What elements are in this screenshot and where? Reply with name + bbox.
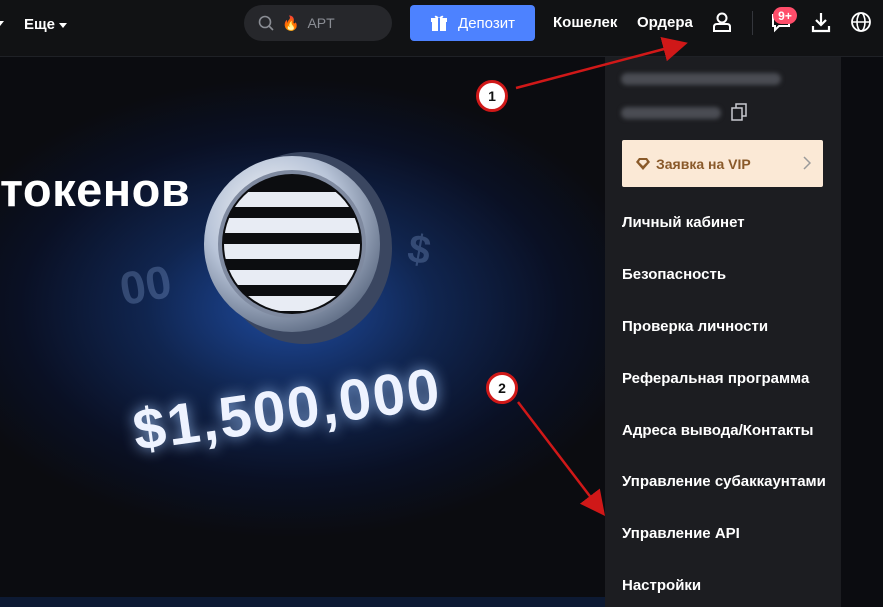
masked-email [621, 73, 781, 85]
account-dropdown: Заявка на VIP Личный кабинет Безопасност… [605, 57, 841, 607]
menu-item-dashboard[interactable]: Личный кабинет [622, 214, 745, 231]
banner-decor-digits: 00 [115, 254, 176, 316]
page: 00 $ токенов $1,500,000 Еще 🔥 APT Депози… [0, 0, 883, 607]
trending-flame-icon: 🔥 [282, 14, 300, 31]
menu-item-settings[interactable]: Настройки [622, 577, 701, 594]
promo-banner[interactable]: 00 $ токенов $1,500,000 [0, 58, 605, 607]
vip-request-label: Заявка на VIP [656, 155, 751, 172]
copy-icon[interactable] [731, 103, 747, 121]
nav-wallet[interactable]: Кошелек [553, 14, 617, 31]
nav-orders[interactable]: Ордера [637, 14, 693, 31]
account-button[interactable] [709, 9, 735, 35]
search-input[interactable] [307, 15, 388, 31]
user-icon [713, 12, 731, 32]
globe-icon [851, 12, 871, 32]
banner-decor-dollar: $ [404, 226, 434, 274]
gift-icon [431, 15, 448, 31]
menu-item-withdrawal-addresses[interactable]: Адреса вывода/Контакты [622, 422, 813, 439]
more-menu-button[interactable]: Еще [24, 14, 68, 34]
search-icon [258, 15, 274, 31]
language-button[interactable] [848, 9, 874, 35]
menu-item-subaccounts[interactable]: Управление субаккаунтами [622, 473, 826, 490]
banner-bottom-strip [0, 597, 605, 607]
chevron-right-icon [803, 156, 811, 170]
more-menu-label: Еще [24, 15, 56, 33]
deposit-button[interactable]: Депозит [410, 5, 535, 41]
vip-request-button[interactable]: Заявка на VIP [622, 140, 823, 187]
masked-user-id [621, 107, 721, 119]
menu-item-security[interactable]: Безопасность [622, 266, 726, 283]
chevron-down-icon [59, 22, 68, 28]
menu-item-api-management[interactable]: Управление API [622, 525, 740, 542]
deposit-label: Депозит [458, 14, 515, 32]
diamond-icon [636, 157, 650, 170]
banner-headline: токенов [0, 163, 191, 216]
search-box[interactable]: 🔥 [244, 5, 392, 41]
download-icon [811, 13, 831, 33]
menu-item-referral[interactable]: Реферальная программа [622, 370, 809, 387]
banner-prize-amount: $1,500,000 [128, 355, 446, 464]
apt-coin-icon [204, 152, 392, 344]
annotation-marker-1: 1 [476, 80, 508, 112]
download-button[interactable] [808, 9, 834, 35]
menu-item-identity-verification[interactable]: Проверка личности [622, 318, 768, 335]
chevron-down-icon[interactable] [0, 21, 4, 26]
notification-badge: 9+ [773, 7, 797, 24]
annotation-marker-2: 2 [486, 372, 518, 404]
top-navbar: Еще 🔥 Депозит Кошелек Ордера [0, 0, 883, 57]
nav-divider [752, 11, 753, 35]
